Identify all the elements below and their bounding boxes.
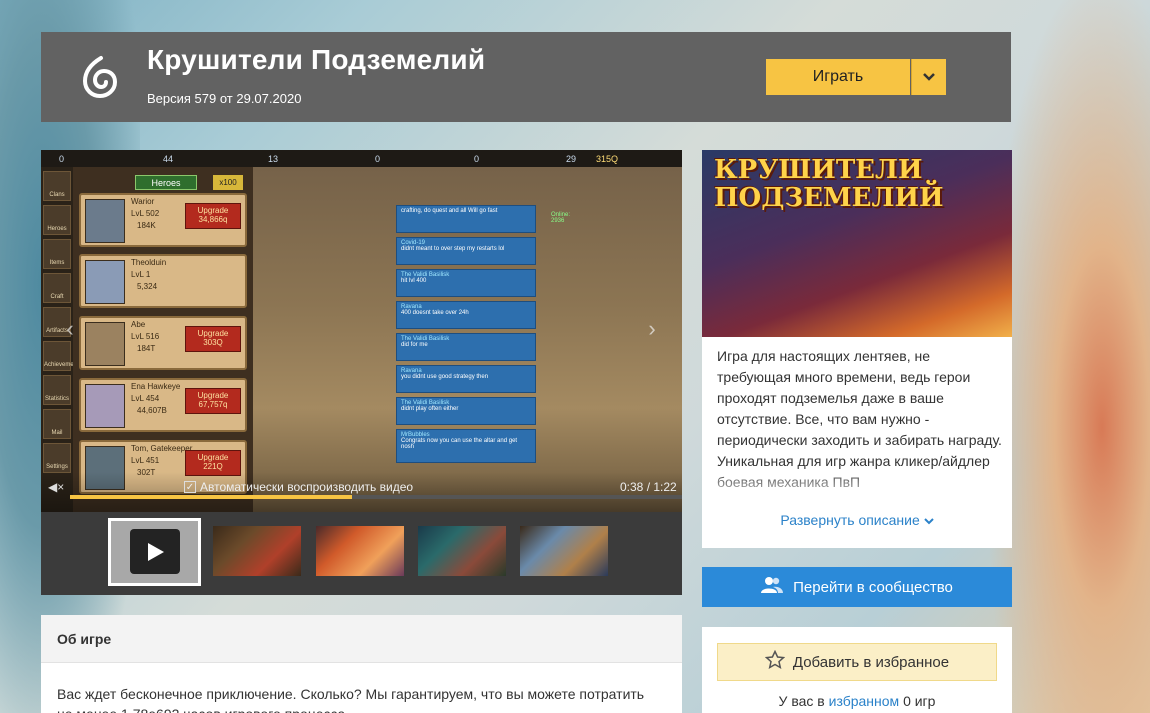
favorites-count: У вас в избранном 0 игр — [778, 693, 936, 709]
hero-level: LvL 516 — [131, 332, 160, 341]
hero-name: Ena Hawkeye — [131, 382, 181, 391]
chat-message: MrBubbles Congrats now you can use the al… — [396, 429, 536, 463]
hero-name: Tom, Gatekeeper — [131, 444, 193, 453]
thumbnail-video[interactable] — [108, 518, 201, 586]
video-progress-fill — [70, 495, 352, 499]
background-art-right — [990, 0, 1150, 713]
chevron-down-icon — [923, 68, 935, 86]
thumbnail-screenshot[interactable] — [316, 526, 404, 576]
cover-logo: КРУШИТЕЛИ ПОДЗЕМЕЛИЙ — [714, 155, 944, 213]
game-side-item: Heroes — [43, 205, 71, 235]
media-thumbnails — [41, 512, 682, 595]
hero-upgrade: Upgrade 303Q — [185, 326, 241, 352]
game-heroes-tab: Heroes — [135, 175, 197, 190]
game-side-item: Clans — [43, 171, 71, 201]
game-side-item: Mail — [43, 409, 71, 439]
chat-message: Ravana 400 doesnt take over 24h — [396, 301, 536, 329]
hero-portrait — [85, 199, 125, 243]
chevron-down-icon — [923, 512, 934, 528]
play-button[interactable]: Играть — [766, 59, 910, 95]
favorites-link[interactable]: избранном — [829, 693, 900, 709]
about-text: Вас ждет бесконечное приключение. Скольк… — [57, 686, 645, 713]
chat-message: crafting, do quest and all Will go fast — [396, 205, 536, 233]
chat-message: The Validi Basilisk did for me — [396, 333, 536, 361]
play-dropdown-button[interactable] — [911, 59, 946, 95]
thumbnail-screenshot[interactable] — [213, 526, 301, 576]
hero-name: Abe — [131, 320, 146, 329]
resource-value: 29 — [566, 153, 577, 164]
game-hero-card: Ena Hawkeye LvL 454 44,607B Upgrade 67,75… — [79, 378, 247, 432]
game-side-item: Craft — [43, 273, 71, 303]
video-next-arrow-icon[interactable]: › — [643, 315, 661, 343]
about-section-body: Вас ждет бесконечное приключение. Скольк… — [41, 663, 682, 713]
add-to-favorites-label: Добавить в избранное — [792, 653, 950, 671]
game-side-item: Settings — [43, 443, 71, 473]
video-player[interactable]: 0 44 13 0 0 29 315Q Clans Heroes Items C… — [41, 150, 682, 512]
autoplay-label: Автоматически воспроизводить видео — [200, 480, 414, 494]
game-cover-image: КРУШИТЕЛИ ПОДЗЕМЕЛИЙ — [702, 150, 1012, 337]
play-icon — [130, 529, 180, 574]
version-text: Версия 579 от 29.07.2020 — [147, 91, 302, 106]
hero-name: Warior — [131, 197, 155, 206]
platform-logo-icon[interactable] — [77, 54, 123, 100]
autoplay-toggle[interactable]: ✓ Автоматически воспроизводить видео — [184, 480, 413, 494]
resource-value: 0 — [375, 153, 381, 164]
game-chat: crafting, do quest and all Will go fast … — [396, 205, 538, 467]
checkbox-icon[interactable]: ✓ — [184, 481, 196, 493]
game-multiplier: x100 — [213, 175, 243, 190]
video-progress-bar[interactable] — [70, 495, 682, 499]
thumbnail-screenshot[interactable] — [418, 526, 506, 576]
chat-message: Ravana you didnt use good strategy then — [396, 365, 536, 393]
game-resource-bar: 0 44 13 0 0 29 315Q — [41, 150, 682, 167]
hero-name: Theolduin — [131, 258, 167, 267]
about-section-header: Об игре — [41, 615, 682, 663]
about-title: Об игре — [57, 631, 112, 647]
game-hero-card: Abe LvL 516 184T Upgrade 303Q — [79, 316, 247, 370]
video-timecode: 0:38 / 1:22 — [620, 480, 677, 494]
thumbnail-screenshot[interactable] — [520, 526, 608, 576]
hero-upgrade: Upgrade 67,757q — [185, 388, 241, 414]
chat-message: Covid-19 didnt meant to over step my rest… — [396, 237, 536, 265]
hero-portrait — [85, 322, 125, 366]
game-side-item: Items — [43, 239, 71, 269]
hero-value: 5,324 — [137, 282, 158, 291]
hero-upgrade: Upgrade 34,866q — [185, 203, 241, 229]
chat-message: The Validi Basilisk didnt play often eith… — [396, 397, 536, 425]
volume-icon[interactable]: ◀× — [48, 480, 64, 494]
resource-value: 315Q — [596, 153, 619, 164]
hero-portrait — [85, 260, 125, 304]
community-button[interactable]: Перейти в сообщество — [702, 567, 1012, 607]
resource-value: 0 — [474, 153, 480, 164]
hero-value: 184K — [137, 221, 156, 230]
resource-value: 0 — [59, 153, 65, 164]
game-hero-card: Warior LvL 502 184K Upgrade 34,866q — [79, 193, 247, 247]
resource-value: 44 — [163, 153, 174, 164]
favorites-box: Добавить в избранное У вас в избранном 0… — [702, 627, 1012, 713]
resource-value: 13 — [268, 153, 279, 164]
hero-value: 44,607B — [137, 406, 167, 415]
hero-value: 184T — [137, 344, 156, 353]
star-icon — [764, 649, 786, 674]
hero-level: LvL 1 — [131, 270, 151, 279]
game-header: Крушители Подземелий Версия 579 от 29.07… — [41, 32, 1011, 122]
game-side-item: Statistics — [43, 375, 71, 405]
description-fade — [702, 468, 1012, 508]
game-side-item: Achievements — [43, 341, 82, 371]
hero-level: LvL 502 — [131, 209, 160, 218]
game-hero-card: Theolduin LvL 1 5,324 — [79, 254, 247, 308]
hero-level: LvL 451 — [131, 456, 160, 465]
community-label: Перейти в сообщество — [793, 578, 953, 596]
video-prev-arrow-icon[interactable]: ‹ — [61, 315, 79, 343]
add-to-favorites-button[interactable]: Добавить в избранное — [717, 643, 997, 681]
hero-portrait — [85, 384, 125, 428]
page-title: Крушители Подземелий — [147, 44, 486, 75]
expand-description-link[interactable]: Развернуть описание — [702, 512, 1012, 528]
hero-level: LvL 454 — [131, 394, 160, 403]
chat-message: The Validi Basilisk hit lvl 400 — [396, 269, 536, 297]
game-info-card: КРУШИТЕЛИ ПОДЗЕМЕЛИЙ Игра для настоящих л… — [702, 150, 1012, 548]
users-icon — [761, 576, 784, 598]
online-label: Online: 2936 — [551, 212, 571, 224]
